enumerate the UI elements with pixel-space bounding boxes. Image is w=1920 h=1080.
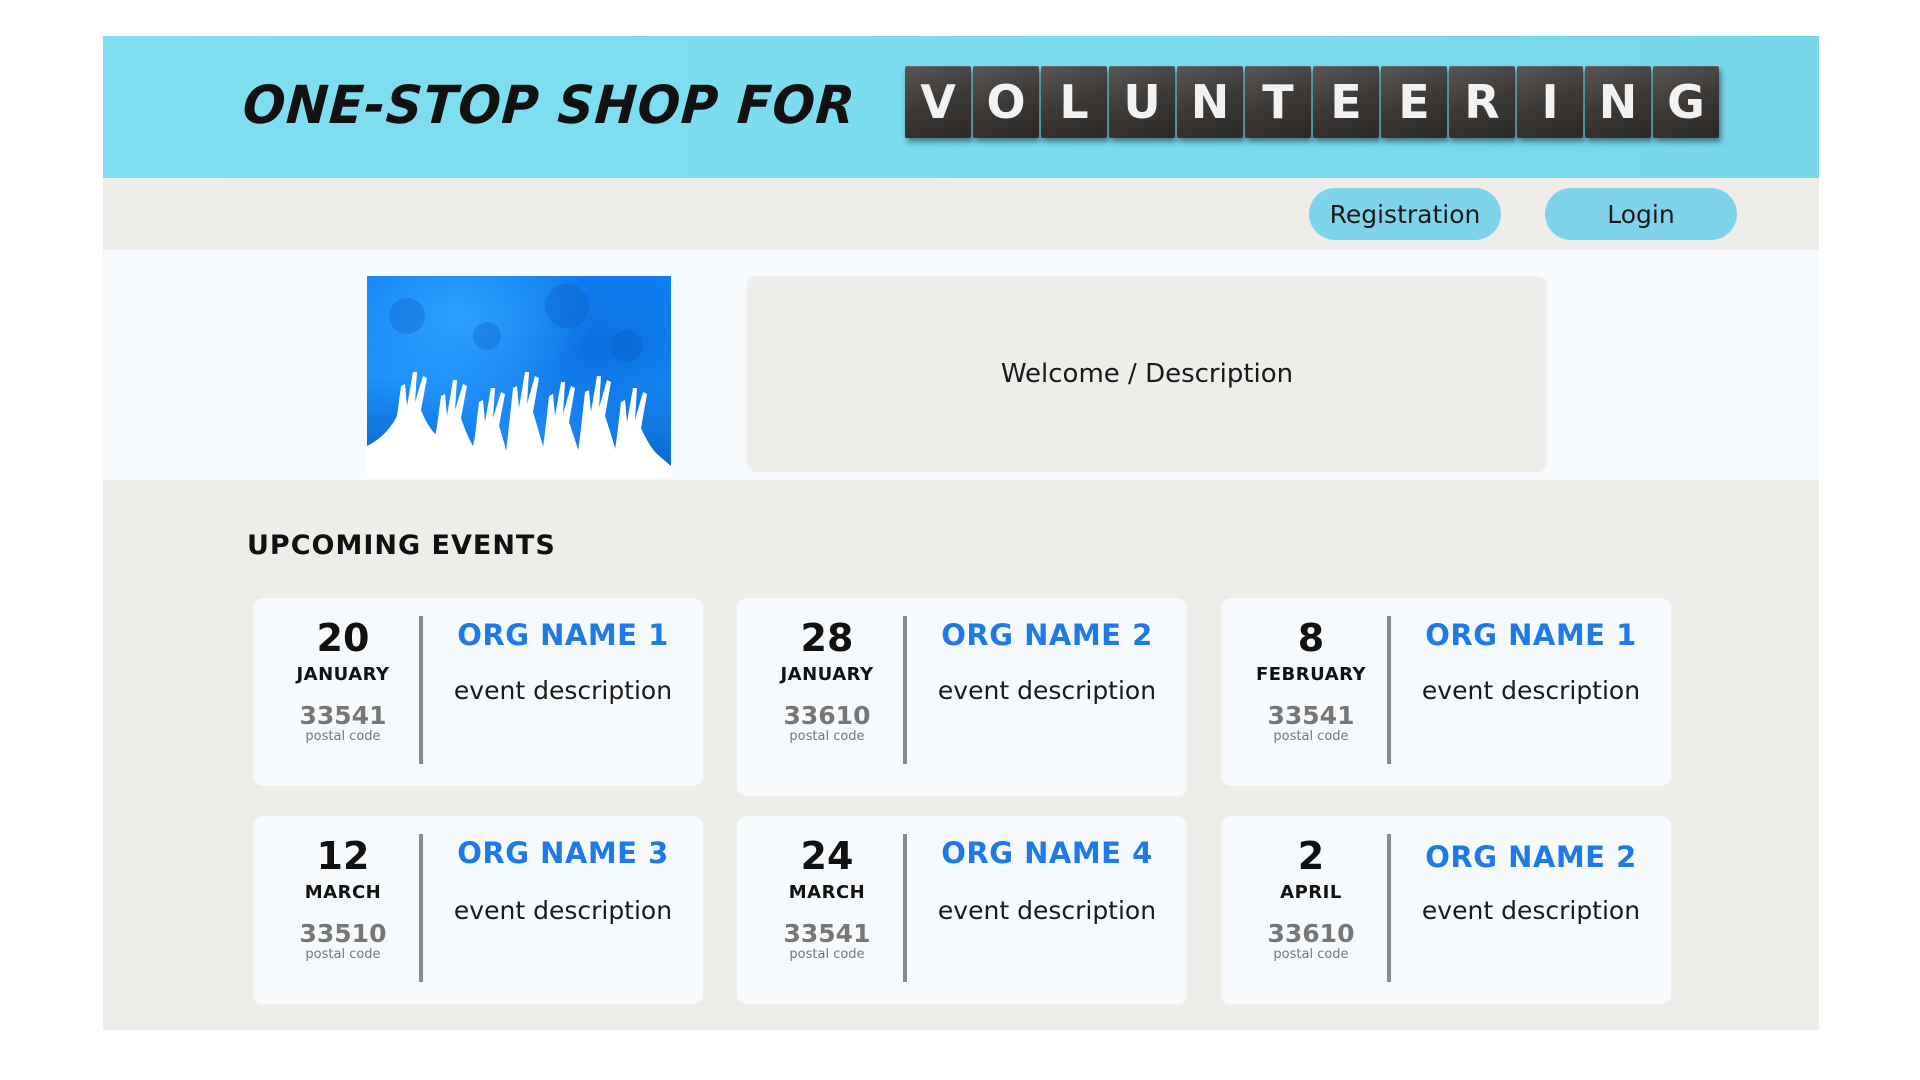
event-date: 20 JANUARY 33541 postal code [253,616,433,744]
event-postal-code: 33541 [1267,701,1355,730]
event-day: 2 [1297,834,1325,878]
event-card[interactable]: 20 JANUARY 33541 postal code ORG NAME 1 … [253,598,703,786]
hero-section: Welcome / Description [103,250,1819,480]
event-org-name[interactable]: ORG NAME 2 [907,618,1187,652]
event-day: 28 [800,616,854,660]
event-org-name[interactable]: ORG NAME 1 [423,618,703,652]
event-postal-code: 33610 [1267,919,1355,948]
event-month: JANUARY [296,664,390,685]
event-org-name[interactable]: ORG NAME 1 [1391,618,1671,652]
event-date: 28 JANUARY 33610 postal code [737,616,917,744]
login-button[interactable]: Login [1545,188,1737,240]
upcoming-events-heading: UPCOMING EVENTS [247,530,556,561]
letter-tile: U [1109,66,1175,138]
event-description: event description [453,676,673,705]
event-description: event description [1421,896,1641,925]
letter-tile: R [1449,66,1515,138]
postal-code-label: postal code [1273,947,1349,962]
site-title: ONE-STOP SHOP FOR [240,74,858,136]
raised-hands-image [367,276,671,478]
letter-tile: T [1245,66,1311,138]
event-month: FEBRUARY [1255,664,1367,685]
letter-tile: I [1517,66,1583,138]
event-postal-code: 33610 [783,701,871,730]
postal-code-label: postal code [305,729,381,744]
event-description: event description [937,676,1157,705]
event-card[interactable]: 2 APRIL 33610 postal code ORG NAME 2 eve… [1221,816,1671,1004]
event-postal-code: 33541 [299,701,387,730]
event-month: MARCH [788,882,866,903]
letter-tile: V [905,66,971,138]
postal-code-label: postal code [1273,729,1349,744]
event-postal-code: 33510 [299,919,387,948]
event-day: 24 [800,834,854,878]
event-card[interactable]: 12 MARCH 33510 postal code ORG NAME 3 ev… [253,816,703,1004]
event-month: APRIL [1280,882,1342,903]
welcome-description-box: Welcome / Description [747,276,1547,472]
event-date: 12 MARCH 33510 postal code [253,834,433,962]
event-card[interactable]: 8 FEBRUARY 33541 postal code ORG NAME 1 … [1221,598,1671,786]
event-date: 2 APRIL 33610 postal code [1221,834,1401,962]
event-date: 8 FEBRUARY 33541 postal code [1221,616,1401,744]
postal-code-label: postal code [789,729,865,744]
volunteering-letter-tiles: V O L U N T E E R I N G [905,66,1719,138]
event-day: 20 [316,616,370,660]
event-description: event description [1421,676,1641,705]
event-org-name[interactable]: ORG NAME 3 [423,836,703,870]
letter-tile: G [1653,66,1719,138]
event-card[interactable]: 24 MARCH 33541 postal code ORG NAME 4 ev… [737,816,1187,1004]
postal-code-label: postal code [789,947,865,962]
event-day: 12 [316,834,370,878]
letter-tile: E [1381,66,1447,138]
event-org-name[interactable]: ORG NAME 2 [1391,840,1671,874]
event-description: event description [937,896,1157,925]
letter-tile: N [1585,66,1651,138]
header-banner: ONE-STOP SHOP FOR V O L U N T E E R I N … [103,36,1819,178]
registration-button[interactable]: Registration [1309,188,1501,240]
event-postal-code: 33541 [783,919,871,948]
event-month: MARCH [304,882,382,903]
page-frame: ONE-STOP SHOP FOR V O L U N T E E R I N … [103,36,1819,1030]
event-description: event description [453,896,673,925]
event-org-name[interactable]: ORG NAME 4 [907,836,1187,870]
event-date: 24 MARCH 33541 postal code [737,834,917,962]
letter-tile: O [973,66,1039,138]
letter-tile: N [1177,66,1243,138]
event-card[interactable]: 28 JANUARY 33610 postal code ORG NAME 2 … [737,598,1187,796]
nav-bar: Registration Login [103,178,1819,250]
event-month: JANUARY [780,664,874,685]
postal-code-label: postal code [305,947,381,962]
letter-tile: L [1041,66,1107,138]
event-day: 8 [1297,616,1325,660]
letter-tile: E [1313,66,1379,138]
